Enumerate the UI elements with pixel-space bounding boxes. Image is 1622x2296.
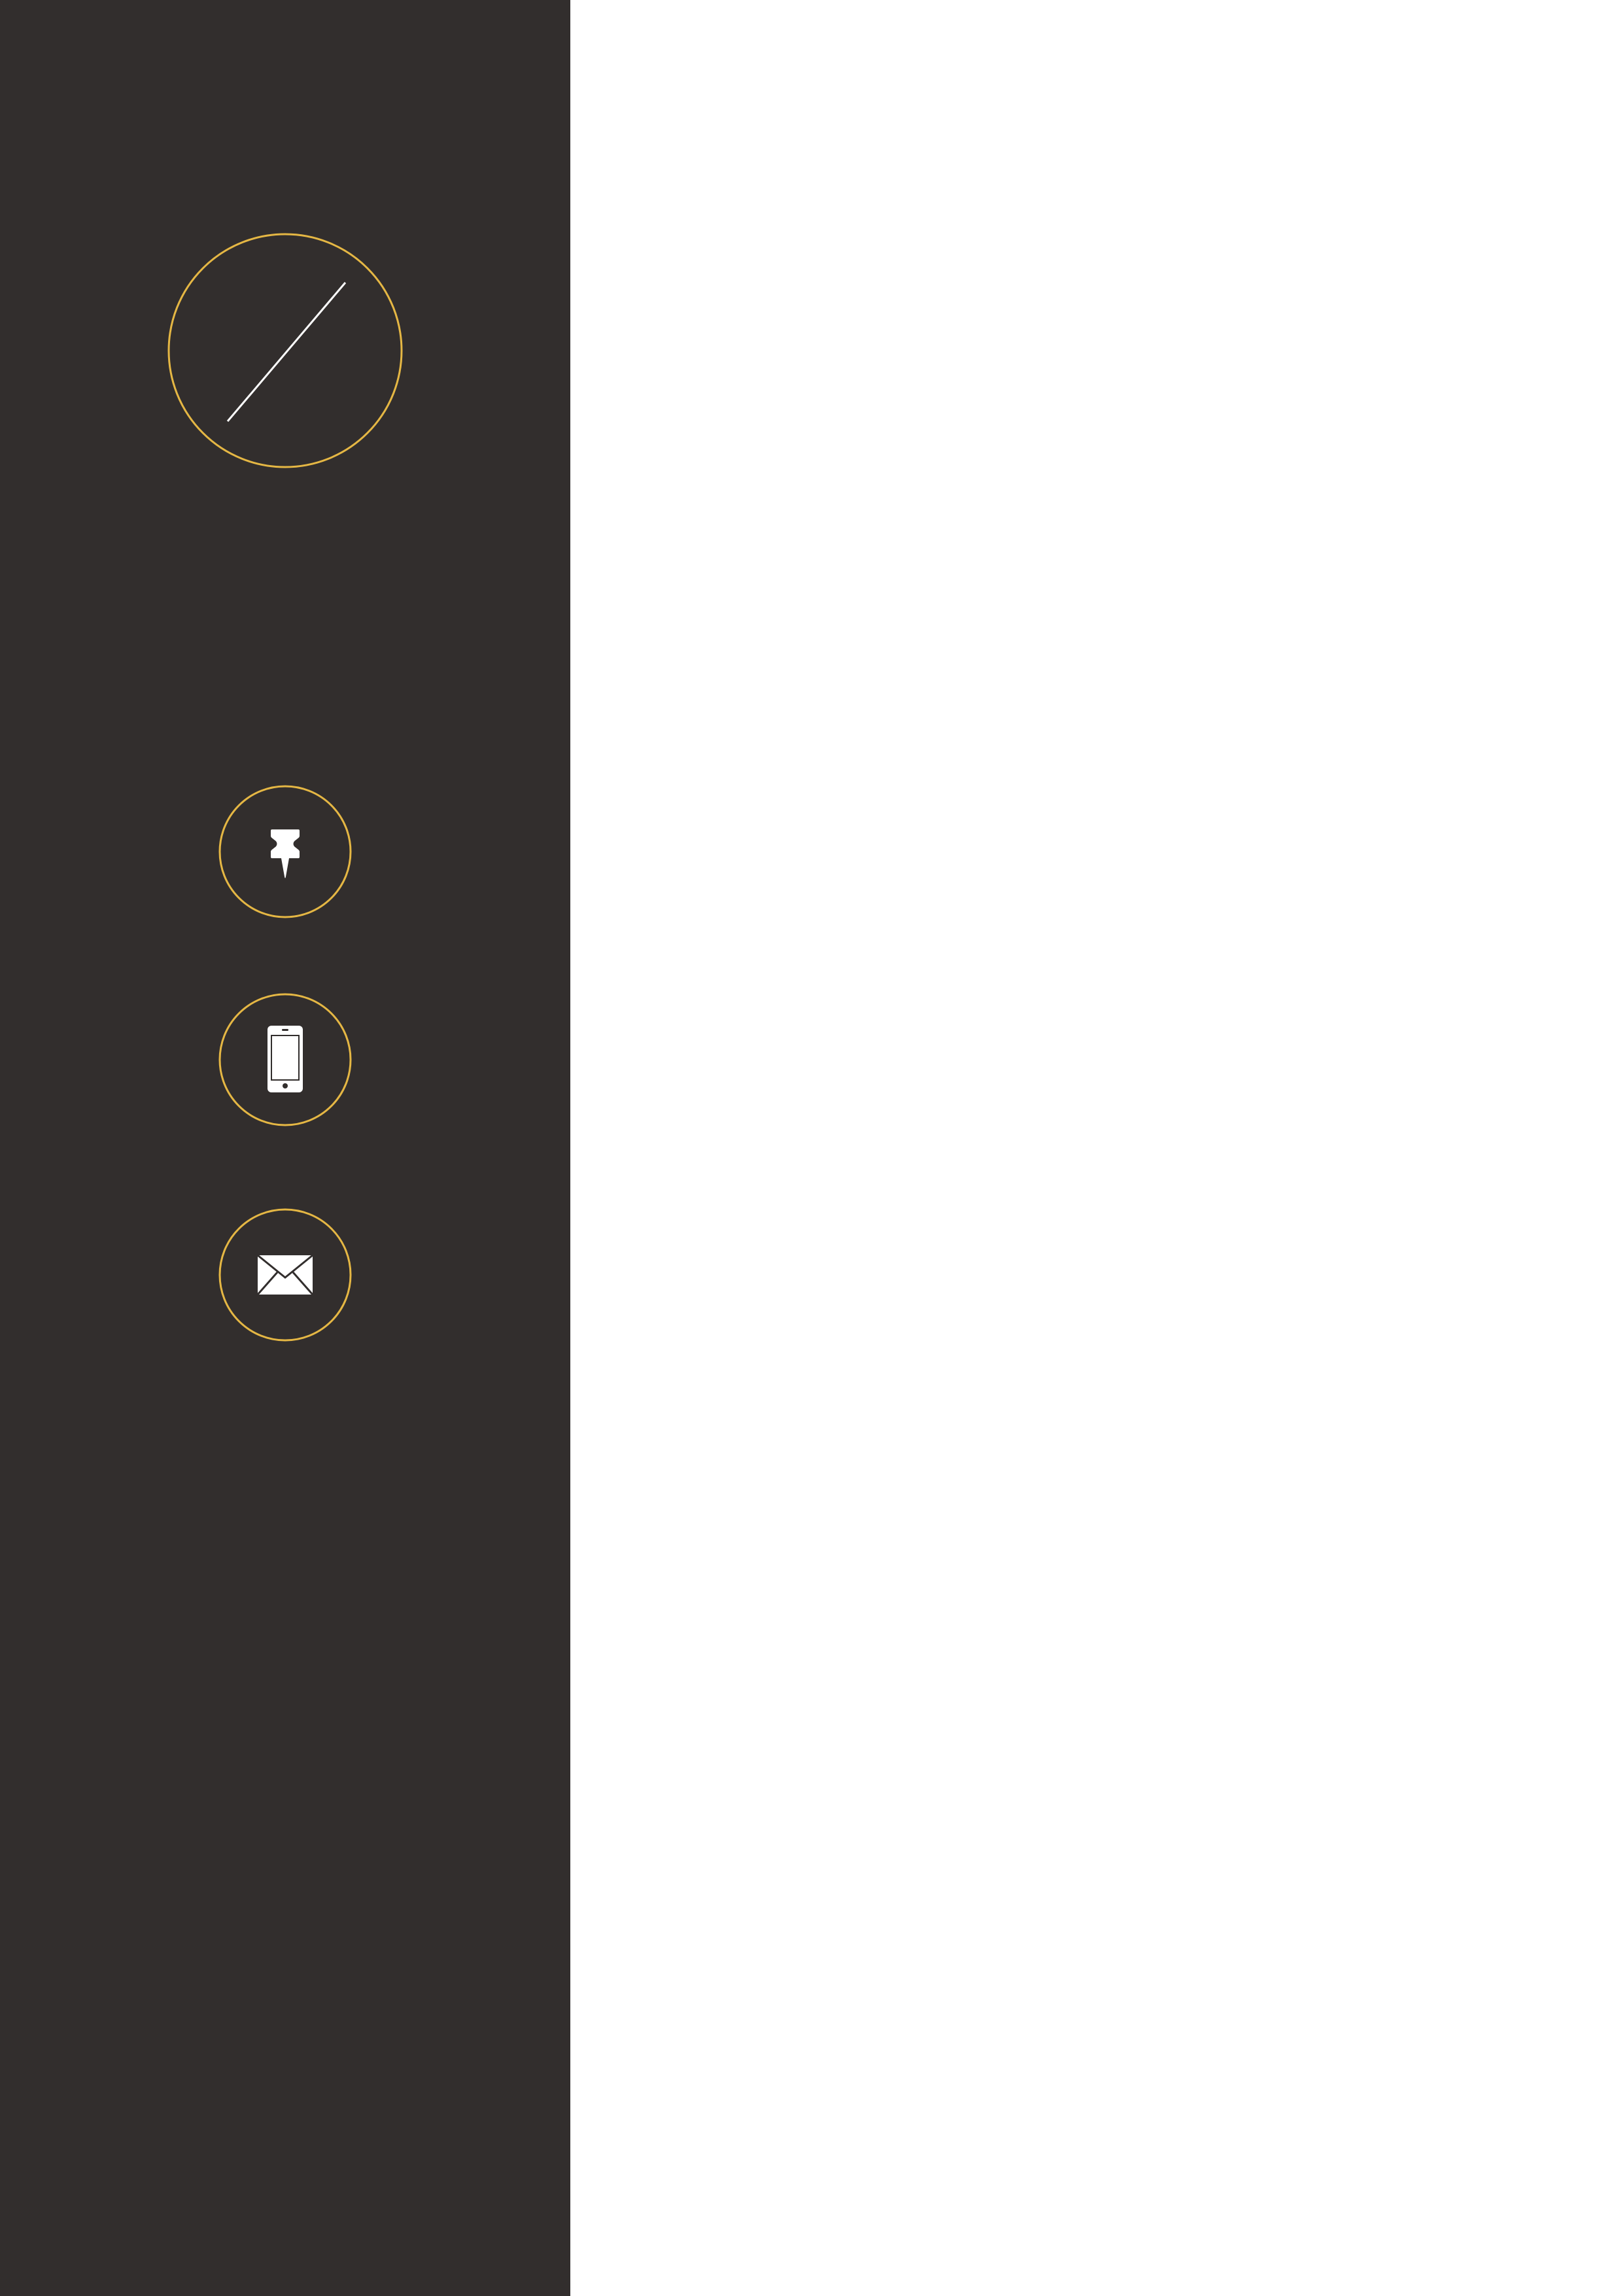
main-content-area xyxy=(570,0,1622,2296)
email-icon-badge xyxy=(218,1208,352,1342)
empty-photo-placeholder-icon xyxy=(167,233,403,468)
resume-page xyxy=(0,0,1622,2296)
phone-icon-badge xyxy=(218,993,352,1126)
avatar-placeholder xyxy=(167,233,403,468)
smartphone-icon xyxy=(218,993,352,1126)
sidebar xyxy=(0,0,570,2296)
address-icon-badge xyxy=(218,785,352,918)
pushpin-icon xyxy=(218,785,352,918)
envelope-icon xyxy=(218,1208,352,1342)
